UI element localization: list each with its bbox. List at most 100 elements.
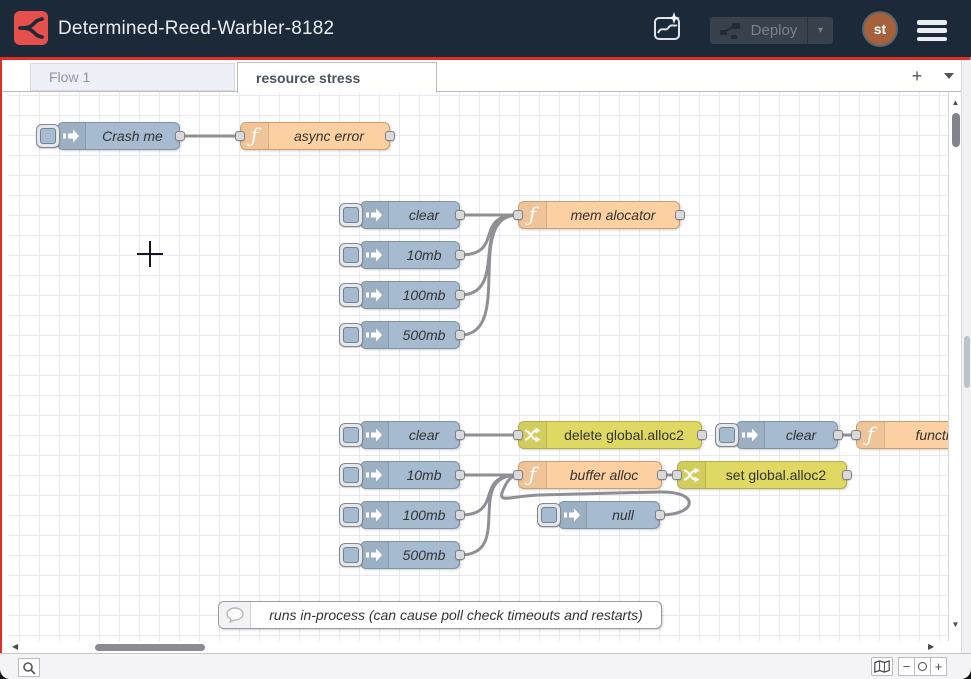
flow-canvas[interactable]: Crash me ƒasync error clear 10mb 100mb 500mb ƒ… <box>8 92 948 641</box>
node-crash-me[interactable]: Crash me <box>57 122 180 150</box>
node-clear-3[interactable]: clear <box>736 421 838 449</box>
inject-button[interactable] <box>339 323 363 347</box>
node-output-port[interactable] <box>385 131 395 141</box>
inject-icon <box>361 322 389 348</box>
node-clear-1[interactable]: clear <box>360 201 460 229</box>
node-input-port[interactable] <box>672 470 682 480</box>
inject-button[interactable] <box>339 503 363 527</box>
ai-assistant-icon[interactable] <box>650 11 684 45</box>
zoom-out-button[interactable]: − <box>898 657 915 676</box>
node-output-port[interactable] <box>175 131 185 141</box>
wire-layer <box>8 92 948 641</box>
user-avatar[interactable]: st <box>864 13 896 45</box>
node-null[interactable]: null <box>558 501 660 529</box>
inject-button[interactable] <box>715 423 739 447</box>
horizontal-scrollbar[interactable]: ◀ ▶ <box>8 641 948 653</box>
flowfuse-logo-icon[interactable] <box>14 11 48 45</box>
node-clear-2[interactable]: clear <box>360 421 460 449</box>
node-output-port[interactable] <box>675 210 685 220</box>
node-label: set global.alloc2 <box>706 462 846 488</box>
node-output-port[interactable] <box>455 550 465 560</box>
header-bar: Determined-Reed-Warbler-8182 Deploy ▾ st <box>0 0 971 57</box>
node-100mb-1[interactable]: 100mb <box>360 281 460 309</box>
inject-icon <box>58 123 86 149</box>
inject-icon <box>361 242 389 268</box>
inject-button[interactable] <box>339 543 363 567</box>
node-output-port[interactable] <box>455 430 465 440</box>
tab-flow-1[interactable]: Flow 1 <box>30 63 235 91</box>
node-label: 10mb <box>389 462 459 488</box>
node-label: clear <box>389 202 459 228</box>
node-output-port[interactable] <box>655 510 665 520</box>
inject-icon <box>361 422 389 448</box>
deploy-button[interactable]: Deploy ▾ <box>710 17 833 44</box>
node-input-port[interactable] <box>513 470 523 480</box>
minimap-button[interactable] <box>871 657 893 676</box>
node-label: clear <box>389 422 459 448</box>
window-corner <box>961 669 971 679</box>
node-comment[interactable]: runs in-process (can cause poll check ti… <box>218 601 662 629</box>
scroll-right-icon[interactable]: ▶ <box>928 641 934 653</box>
node-label: runs in-process (can cause poll check ti… <box>251 602 661 628</box>
node-output-port[interactable] <box>842 470 852 480</box>
node-output-port[interactable] <box>697 430 707 440</box>
node-label: null <box>587 502 659 528</box>
vertical-scrollbar[interactable]: ▲ ▼ <box>948 92 961 641</box>
node-output-port[interactable] <box>455 330 465 340</box>
zoom-in-button[interactable]: + <box>930 657 947 676</box>
inject-button[interactable] <box>339 283 363 307</box>
node-output-port[interactable] <box>455 510 465 520</box>
inject-button[interactable] <box>339 463 363 487</box>
node-set-global-alloc2[interactable]: set global.alloc2 <box>677 461 847 489</box>
scroll-left-icon[interactable]: ◀ <box>12 641 18 653</box>
window-scrollbar[interactable] <box>961 60 971 679</box>
node-input-port[interactable] <box>235 131 245 141</box>
node-500mb-2[interactable]: 500mb <box>360 541 460 569</box>
node-delete-global-alloc2[interactable]: delete global.alloc2 <box>518 421 702 449</box>
node-label: mem alocator <box>547 202 679 228</box>
inject-icon <box>737 422 765 448</box>
node-output-port[interactable] <box>833 430 843 440</box>
node-label: clear <box>765 422 837 448</box>
zoom-reset-icon <box>918 662 927 671</box>
node-input-port[interactable] <box>513 430 523 440</box>
inject-button[interactable] <box>36 124 60 148</box>
inject-button[interactable] <box>339 203 363 227</box>
node-function[interactable]: ƒfunction <box>856 421 948 449</box>
node-output-port[interactable] <box>455 470 465 480</box>
node-10mb-2[interactable]: 10mb <box>360 461 460 489</box>
inject-button[interactable] <box>339 423 363 447</box>
window-corner <box>0 669 10 679</box>
node-input-port[interactable] <box>851 430 861 440</box>
horizontal-scrollbar-thumb[interactable] <box>95 644 205 651</box>
node-input-port[interactable] <box>513 210 523 220</box>
node-output-port[interactable] <box>455 290 465 300</box>
node-label: function <box>885 422 948 448</box>
search-button[interactable] <box>18 658 40 677</box>
flow-list-menu-button[interactable] <box>938 63 960 89</box>
add-flow-button[interactable]: + <box>905 63 929 89</box>
node-async-error[interactable]: ƒasync error <box>240 122 390 150</box>
instance-title: Determined-Reed-Warbler-8182 <box>58 0 334 57</box>
node-output-port[interactable] <box>455 210 465 220</box>
node-mem-alocator[interactable]: ƒmem alocator <box>518 201 680 229</box>
inject-button[interactable] <box>339 243 363 267</box>
zoom-reset-button[interactable] <box>914 657 931 676</box>
vertical-scrollbar-thumb[interactable] <box>952 113 960 147</box>
node-500mb-1[interactable]: 500mb <box>360 321 460 349</box>
node-label: buffer alloc <box>547 462 661 488</box>
node-100mb-2[interactable]: 100mb <box>360 501 460 529</box>
node-label: 10mb <box>389 242 459 268</box>
node-buffer-alloc[interactable]: ƒbuffer alloc <box>518 461 662 489</box>
accent-left-border <box>0 57 2 672</box>
window-scrollbar-thumb[interactable] <box>964 336 970 388</box>
tab-resource-stress[interactable]: resource stress <box>237 62 437 93</box>
main-menu-icon[interactable] <box>917 20 947 41</box>
function-icon: ƒ <box>519 462 547 488</box>
inject-button[interactable] <box>537 503 561 527</box>
change-icon <box>519 422 547 448</box>
deploy-options-caret[interactable]: ▾ <box>807 17 833 44</box>
node-output-port[interactable] <box>657 470 667 480</box>
node-output-port[interactable] <box>455 250 465 260</box>
node-10mb-1[interactable]: 10mb <box>360 241 460 269</box>
